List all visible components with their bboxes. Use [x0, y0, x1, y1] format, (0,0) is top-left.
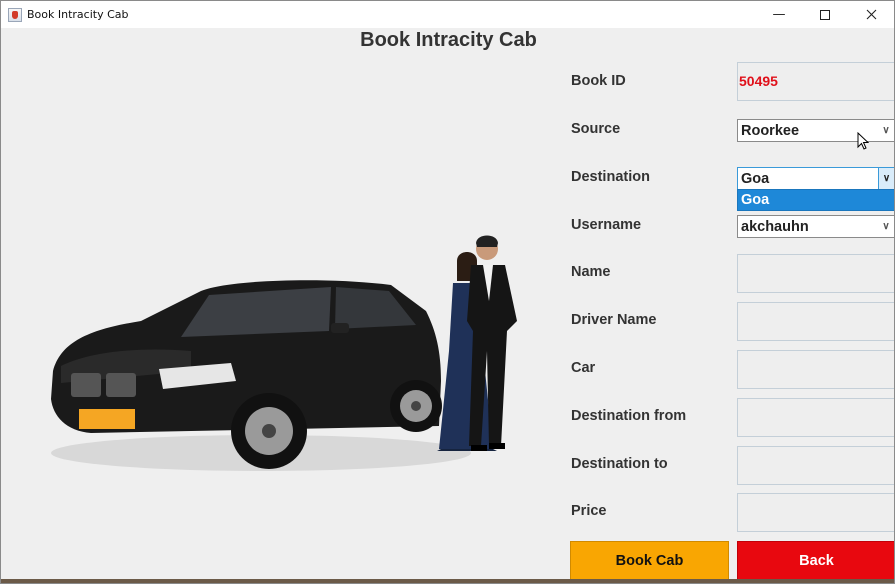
source-select[interactable]: Roorkee ∨	[737, 119, 894, 142]
car-and-couple-illustration	[51, 235, 517, 471]
car-label: Car	[571, 360, 596, 376]
chevron-down-icon[interactable]: ∨	[878, 216, 894, 237]
couple-image	[437, 235, 517, 451]
chevron-down-icon[interactable]: ∨	[878, 168, 894, 189]
price-label: Price	[571, 503, 607, 519]
price-field[interactable]	[737, 493, 894, 532]
destination-to-field[interactable]	[737, 446, 894, 485]
destination-to-label: Destination to	[571, 456, 668, 472]
destination-option-goa[interactable]: Goa	[737, 189, 894, 211]
username-label: Username	[571, 217, 642, 233]
username-select[interactable]: akchauhn ∨	[737, 215, 894, 238]
source-label: Source	[571, 121, 621, 137]
desktop-background-strip	[1, 579, 894, 583]
book-id-value: 50495	[739, 73, 778, 89]
close-icon[interactable]	[848, 1, 894, 28]
chevron-down-icon[interactable]: ∨	[878, 120, 894, 141]
title-bar[interactable]: Book Intracity Cab —	[1, 1, 894, 28]
destination-select[interactable]: Goa ∨	[737, 167, 894, 190]
book-cab-button[interactable]: Book Cab	[570, 541, 729, 580]
java-app-icon	[8, 7, 22, 22]
minimize-icon[interactable]: —	[756, 1, 802, 28]
name-field[interactable]	[737, 254, 894, 293]
destination-from-label: Destination from	[571, 408, 687, 424]
book-cab-window: Book Intracity Cab — Book Intracity Cab	[0, 0, 895, 584]
window-controls: —	[756, 1, 894, 28]
username-selected-value: akchauhn	[741, 218, 809, 235]
driver-name-label: Driver Name	[571, 312, 657, 328]
window-title: Book Intracity Cab	[27, 8, 129, 21]
destination-selected-value: Goa	[741, 170, 770, 187]
maximize-icon[interactable]	[802, 1, 848, 28]
mouse-cursor-icon	[857, 132, 869, 150]
destination-from-field[interactable]	[737, 398, 894, 437]
name-label: Name	[571, 264, 611, 280]
back-button[interactable]: Back	[737, 541, 894, 580]
source-selected-value: Roorkee	[741, 122, 800, 139]
driver-name-field[interactable]	[737, 302, 894, 341]
book-id-label: Book ID	[571, 73, 626, 89]
page-title: Book Intracity Cab	[360, 29, 537, 51]
destination-option-label: Goa	[741, 192, 770, 208]
destination-label: Destination	[571, 169, 650, 185]
car-field[interactable]	[737, 350, 894, 389]
